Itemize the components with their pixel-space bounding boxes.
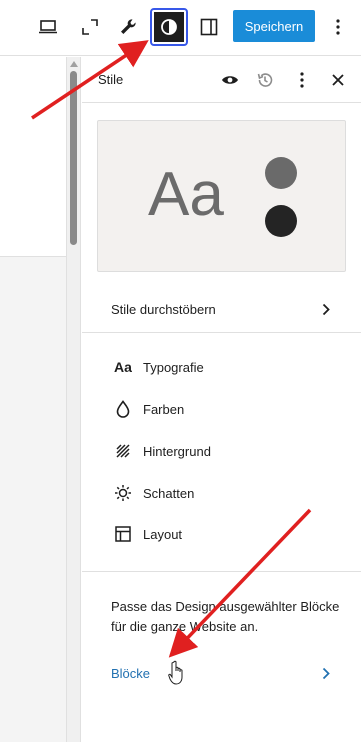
scrollbar-thumb[interactable]: [70, 71, 77, 245]
vertical-dots-icon[interactable]: [326, 10, 350, 44]
background-icon: [111, 439, 135, 463]
layout-icon: [111, 522, 135, 546]
blocks-label: Blöcke: [111, 665, 151, 681]
preview-color-swatch: [265, 205, 297, 237]
browse-styles-label: Stile durchstöbern: [111, 301, 216, 317]
droplet-icon: [111, 397, 135, 421]
vertical-dots-icon[interactable]: [290, 68, 314, 92]
sidebar-item-label: Schatten: [143, 485, 195, 501]
sidebar-item-colors[interactable]: Farben: [82, 391, 361, 427]
sun-shadow-icon: [111, 481, 135, 505]
blocks-description: Passe das Design ausgewählter Blöcke für…: [111, 599, 340, 634]
scroll-up-arrow-icon[interactable]: [70, 61, 78, 67]
sidebar-item-label: Farben: [143, 401, 185, 417]
sidebar-item-label: Layout: [143, 526, 183, 542]
sidebar-icon[interactable]: [192, 10, 226, 44]
browse-styles-item[interactable]: Stile durchstöbern: [82, 291, 361, 327]
sidebar-item-layout[interactable]: Layout: [82, 516, 361, 552]
sidebar-item-background[interactable]: Hintergrund: [82, 433, 361, 469]
typography-icon: Aa: [114, 359, 132, 375]
hand-cursor-icon: [168, 660, 188, 691]
preview-sample-text: Aa: [148, 160, 224, 229]
preview-color-swatch: [265, 157, 297, 189]
canvas-scrollbar[interactable]: [66, 57, 81, 742]
eye-icon[interactable]: [218, 68, 242, 92]
styles-sidebar: Stile Aa Stile durchstöbern Aa Typografi…: [82, 57, 361, 742]
close-icon[interactable]: [326, 68, 350, 92]
contrast-icon: [161, 19, 177, 35]
editor-canvas-background: [0, 256, 66, 742]
sidebar-item-label: Hintergrund: [143, 443, 211, 459]
sidebar-header: Stile: [82, 57, 361, 103]
laptop-icon[interactable]: [31, 10, 65, 44]
sidebar-item-shadow[interactable]: Schatten: [82, 475, 361, 511]
divider: [82, 332, 361, 333]
history-icon[interactable]: [253, 68, 277, 92]
wrench-icon[interactable]: [111, 10, 145, 44]
top-toolbar: Speichern: [0, 0, 361, 56]
save-button[interactable]: Speichern: [233, 10, 315, 42]
sidebar-item-typography[interactable]: Aa Typografie: [82, 349, 361, 385]
divider: [82, 571, 361, 572]
fullscreen-icon[interactable]: [73, 10, 107, 44]
sidebar-title: Stile: [98, 72, 124, 87]
chevron-right-icon: [321, 302, 331, 316]
styles-contrast-button[interactable]: [150, 8, 188, 46]
blocks-item[interactable]: Blöcke: [82, 655, 361, 691]
chevron-right-icon: [321, 666, 331, 680]
style-preview-card[interactable]: Aa: [97, 120, 346, 272]
sidebar-item-label: Typografie: [143, 359, 204, 375]
